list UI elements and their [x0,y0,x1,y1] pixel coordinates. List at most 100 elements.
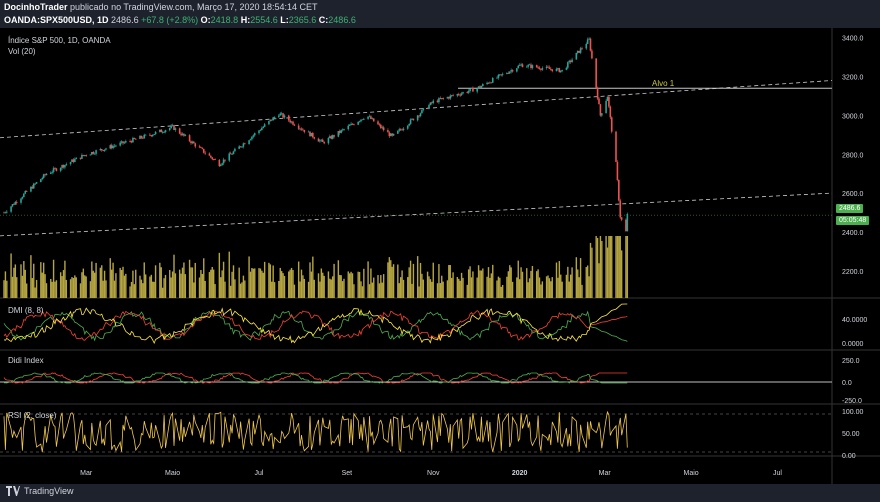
volume-bar [163,278,165,298]
candle-body [273,117,276,118]
candle-body [338,131,341,133]
candle-body [589,38,592,51]
candle-body [399,129,402,131]
candle-body [568,60,571,63]
volume-bar [558,261,561,298]
candle-body [279,113,282,116]
tradingview-logo[interactable]: TradingView [6,486,74,496]
candle-body [507,73,510,74]
candle-body [160,129,163,133]
volume-bar [578,277,580,298]
candle-body [283,115,286,118]
author-name[interactable]: DocinhoTrader [4,2,68,12]
candle-body [310,132,313,137]
volume-bar [44,274,46,298]
volume-bar [392,264,395,298]
candle-body [351,123,354,125]
volume-bar [263,261,266,298]
candle-body [180,133,182,136]
candle-body [470,87,473,89]
candle-body [462,92,464,94]
volume-bar [608,236,610,298]
volume-bar [282,273,284,298]
candle-body [110,145,113,149]
candle-body [13,204,15,205]
volume-bar [280,271,283,298]
dmi-pane-title: DMI (8, 8) [8,306,44,315]
volume-bar [360,281,362,298]
candle-body [377,121,379,125]
candle-body [323,141,325,144]
candle-body [103,149,106,151]
candle-body [174,128,177,130]
candle-body [143,134,146,139]
candle-body [21,197,24,199]
candle-body [438,98,440,103]
candle-body [228,153,231,161]
volume-bar [547,275,549,298]
candle-body [625,219,627,232]
candle-body [421,109,423,114]
candle-body [293,124,296,126]
volume-bar [71,277,73,298]
volume-bar [319,281,321,298]
volume-bar [11,276,14,298]
candle-body [129,141,131,142]
volume-bar [441,275,443,298]
candle-body [25,191,28,192]
candle-body [181,133,184,136]
volume-bar [92,270,94,298]
chart-area[interactable]: 3400.0 3200.0 3000.0 2800.0 2600.0 2400.0 2200… [0,28,880,484]
candle-body [232,151,235,154]
volume-bar [254,268,256,298]
volume-bar [586,265,589,298]
candle-body [489,82,491,84]
volume-bar [89,281,92,298]
candle-body [449,95,452,99]
candle-body [466,92,469,93]
volume-bar [538,277,541,298]
volume-bar [540,284,542,298]
candle-body [85,155,87,156]
volume-bar [221,270,223,298]
candle-body [432,100,435,103]
chart-canvas[interactable]: 3400.0 3200.0 3000.0 2800.0 2600.0 2400.0 2200… [0,28,880,484]
volume-bar [537,269,539,298]
candle-body [431,102,433,104]
candle-body [599,104,602,116]
volume-bar [180,273,182,298]
volume-bar [241,282,243,298]
last-price: 2486.6 [111,15,139,25]
candle-body [119,142,121,146]
candle-body [520,64,522,66]
candle-body [83,155,86,156]
volume-bar [480,270,483,298]
candle-body [559,70,562,73]
candle-body [477,86,480,89]
candle-body [125,141,127,143]
candle-body [406,125,409,129]
volume-bar [122,266,124,298]
open-value: 2418.8 [210,15,239,25]
candle-body [184,135,187,136]
volume-bar [312,256,314,298]
volume-bar [530,270,532,298]
volume-bar [313,279,315,298]
volume-bar [191,267,194,298]
volume-bar [340,275,342,298]
candle-body [357,121,359,125]
volume-bar [142,283,144,298]
volume-bar [565,274,568,298]
volume-bar [337,260,340,298]
volume-bar [103,270,106,298]
candle-body [113,145,116,147]
volume-bar [72,277,75,298]
volume-bar [333,263,335,298]
candle-body [72,159,75,162]
publish-line: DocinhoTrader publicado no TradingView.c… [4,2,318,12]
candle-body [4,212,7,214]
candle-body [32,183,35,189]
candle-body [242,143,245,147]
volume-bar [154,265,157,298]
volume-bar [611,236,613,298]
